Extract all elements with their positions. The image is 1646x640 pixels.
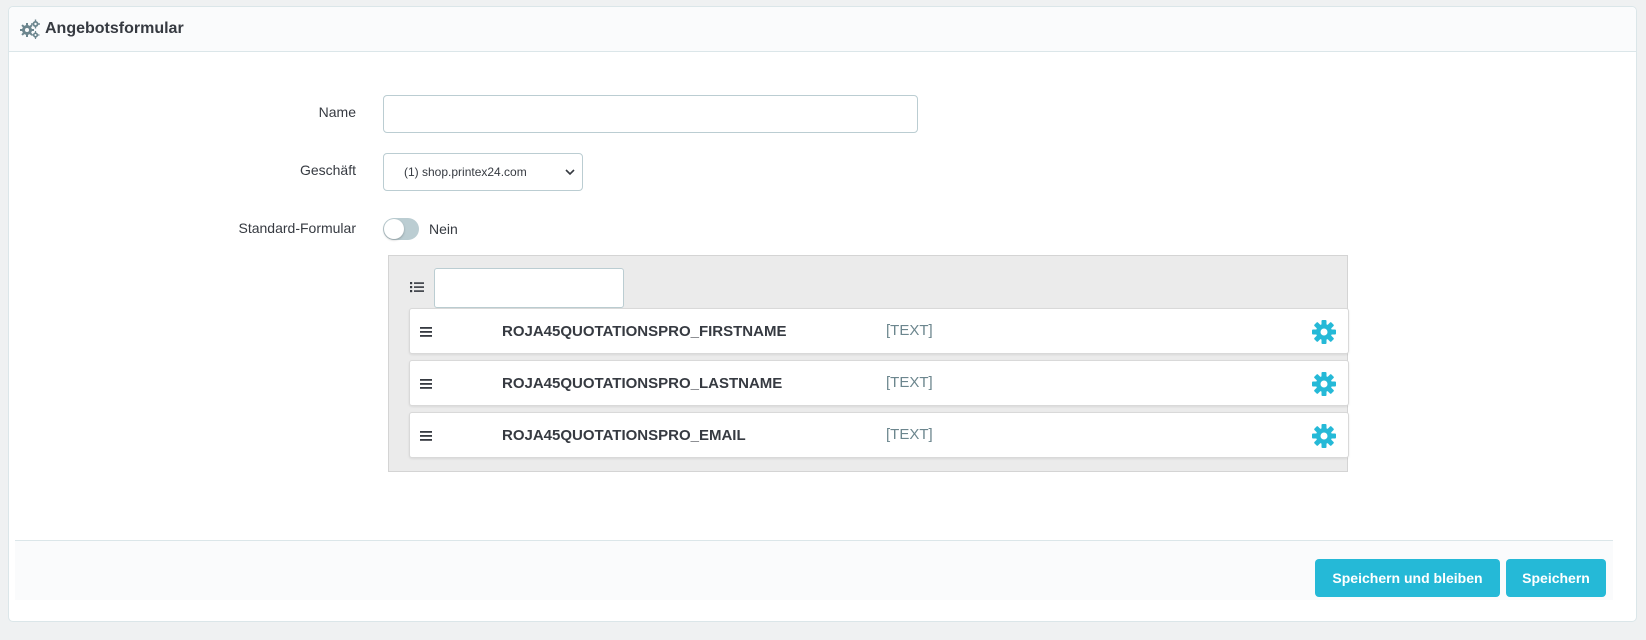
shop-select[interactable]: (1) shop.printex24.com — [383, 153, 583, 191]
field-type: [TEXT] — [886, 322, 933, 339]
name-input[interactable] — [383, 95, 918, 133]
field-type: [TEXT] — [886, 374, 933, 391]
default-form-toggle[interactable] — [383, 218, 419, 240]
field-row[interactable]: ROJA45QUOTATIONSPRO_EMAIL [TEXT] — [409, 412, 1349, 458]
shop-label: Geschäft — [299, 162, 356, 178]
field-filter-input[interactable] — [434, 268, 624, 308]
gear-icon[interactable] — [1311, 319, 1337, 345]
field-name: ROJA45QUOTATIONSPRO_EMAIL — [502, 427, 746, 444]
field-type: [TEXT] — [886, 426, 933, 443]
drag-handle-icon[interactable] — [420, 429, 434, 441]
gear-icon[interactable] — [1311, 423, 1337, 449]
panel-title: Angebotsformular — [45, 20, 184, 37]
default-form-label: Standard-Formular — [238, 220, 357, 236]
field-name: ROJA45QUOTATIONSPRO_LASTNAME — [502, 375, 783, 392]
field-name: ROJA45QUOTATIONSPRO_FIRSTNAME — [502, 323, 787, 340]
save-button[interactable]: Speichern — [1506, 559, 1606, 597]
panel-heading: Angebotsformular — [9, 7, 1636, 52]
gears-icon — [19, 18, 41, 40]
field-row[interactable]: ROJA45QUOTATIONSPRO_LASTNAME [TEXT] — [409, 360, 1349, 406]
default-form-toggle-text: Nein — [429, 221, 458, 237]
drag-handle-icon[interactable] — [420, 377, 434, 389]
field-row[interactable]: ROJA45QUOTATIONSPRO_FIRSTNAME [TEXT] — [409, 308, 1349, 354]
name-label: Name — [318, 104, 356, 120]
toggle-knob — [384, 219, 404, 239]
gear-icon[interactable] — [1311, 371, 1337, 397]
list-icon — [409, 279, 425, 295]
shop-select-value: (1) shop.printex24.com — [404, 165, 527, 179]
chevron-down-icon — [564, 166, 576, 178]
drag-handle-icon[interactable] — [420, 325, 434, 337]
save-and-stay-button[interactable]: Speichern und bleiben — [1315, 559, 1500, 597]
